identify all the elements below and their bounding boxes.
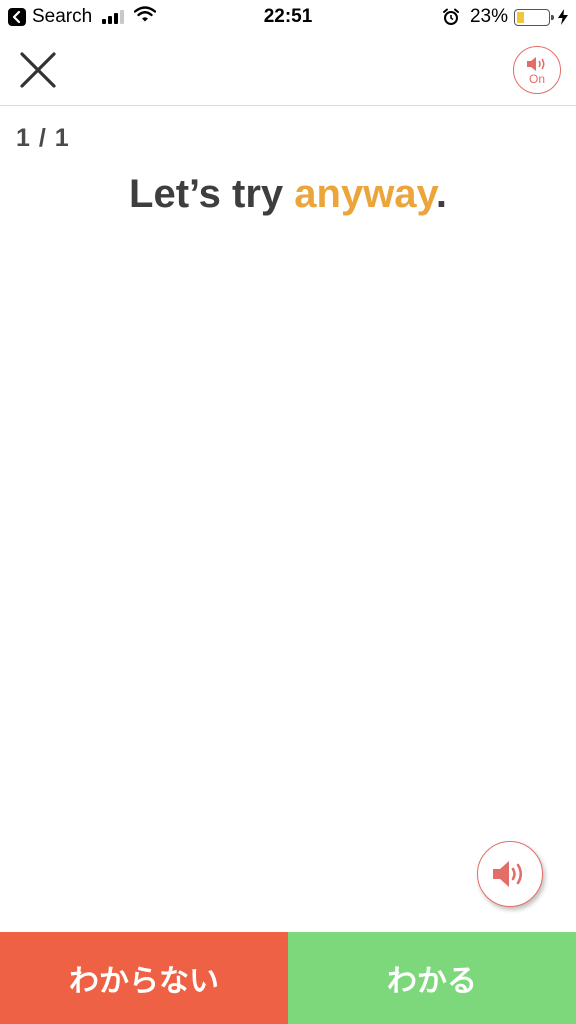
know-button[interactable]: わかる <box>288 932 576 1024</box>
play-audio-button[interactable] <box>477 841 543 907</box>
dont-know-button[interactable]: わからない <box>0 932 288 1024</box>
flashcard-screen: Search 22:51 23% On 1 / 1 Let’s try anyw… <box>0 0 576 1024</box>
speaker-icon <box>527 56 545 71</box>
speaker-icon <box>493 861 523 887</box>
answer-bar: わからない わかる <box>0 932 576 1024</box>
alarm-icon <box>442 8 460 26</box>
close-button[interactable] <box>16 48 60 92</box>
header-bar: On <box>0 34 576 106</box>
close-x-icon <box>20 52 56 88</box>
charging-bolt-icon <box>558 9 568 25</box>
sentence-prefix: Let’s try <box>129 172 295 216</box>
auto-sound-toggle[interactable]: On <box>513 46 561 94</box>
card-counter: 1 / 1 <box>16 124 70 152</box>
sentence-highlight-word: anyway <box>294 172 436 216</box>
battery-icon <box>514 8 554 26</box>
sentence-suffix: . <box>435 172 447 216</box>
battery-percent: 23% <box>469 6 508 27</box>
status-bar: Search 22:51 23% <box>0 0 576 34</box>
status-right: 23% <box>442 5 568 29</box>
sound-toggle-label: On <box>528 71 545 86</box>
example-sentence: Let’s try anyway. <box>0 172 576 217</box>
